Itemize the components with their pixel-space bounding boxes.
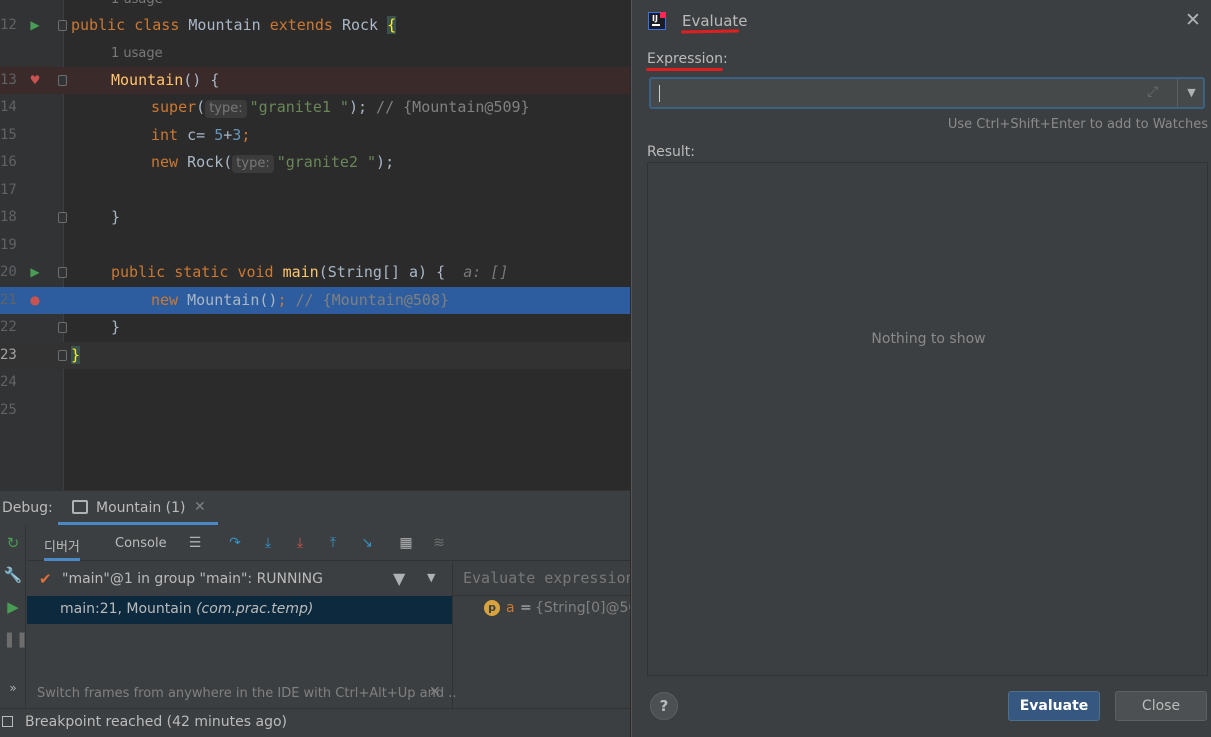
application-icon	[72, 500, 88, 514]
frames-tip: Switch frames from anywhere in the IDE w…	[37, 686, 457, 701]
fold-marker[interactable]	[58, 212, 67, 223]
code-line-16[interactable]: 16 new Rock(type: "granite2 ");	[0, 149, 630, 176]
force-step-into-icon[interactable]: ⤓	[290, 533, 310, 553]
run-to-cursor-icon[interactable]: ↘	[357, 533, 377, 553]
line-number: 22	[0, 319, 17, 335]
fold-marker[interactable]	[58, 267, 67, 278]
step-over-icon[interactable]: ↷	[225, 533, 245, 553]
line-number: 13	[0, 72, 17, 88]
code-line-18[interactable]: 18 }	[0, 204, 630, 231]
expression-input[interactable]	[651, 79, 1159, 107]
trace-icon[interactable]: ≋	[429, 533, 449, 553]
param-hint: type:	[232, 155, 274, 173]
line-number: 15	[0, 127, 17, 143]
code-line-22[interactable]: 22 }	[0, 314, 630, 341]
code-line-17[interactable]: 17	[0, 177, 630, 204]
fold-marker[interactable]	[58, 20, 67, 31]
pause-icon[interactable]: ❚❚	[3, 629, 28, 649]
wrench-icon[interactable]: 🔧	[3, 565, 23, 585]
param-hint: type:	[205, 100, 247, 118]
chevron-down-icon[interactable]: ▼	[427, 571, 435, 584]
result-label: Result:	[647, 144, 695, 160]
check-icon: ✔	[39, 570, 52, 588]
code-line-20[interactable]: 20 ▶ public static void main(String[] a)…	[0, 259, 630, 286]
close-icon[interactable]: ✕	[194, 499, 206, 515]
evaluate-button[interactable]: Evaluate	[1008, 691, 1100, 721]
code-line-14[interactable]: 14 super(type: "granite1 "); // {Mountain…	[0, 94, 630, 121]
fold-marker[interactable]	[58, 350, 67, 361]
run-icon[interactable]: ▶	[27, 264, 43, 280]
expand-icon[interactable]: ⤢	[1147, 84, 1158, 100]
fold-marker[interactable]	[58, 322, 67, 333]
rerun-icon[interactable]: ↻	[3, 533, 23, 553]
line-number: 17	[0, 182, 17, 198]
run-icon[interactable]: ▶	[27, 17, 43, 33]
code-line-19[interactable]: 19	[0, 232, 630, 259]
close-icon[interactable]: ✕	[429, 684, 441, 700]
debug-tool-window: Debug: Mountain (1) ✕ ↻ 🔧 ▶ ❚❚ » 디버거 Con…	[0, 490, 630, 737]
code-editor[interactable]: 1 usage 12 ▶ public class Mountain exten…	[0, 0, 630, 490]
expression-label: Expression:	[647, 51, 728, 67]
status-bar: Breakpoint reached (42 minutes ago)	[0, 708, 630, 737]
intellij-logo-icon: IJ	[648, 12, 666, 30]
line-number: 25	[0, 402, 17, 418]
line-number: 14	[0, 99, 17, 115]
close-icon[interactable]: ✕	[1185, 9, 1201, 31]
step-into-icon[interactable]: ⤓	[258, 533, 278, 553]
status-toggle-icon[interactable]	[2, 716, 13, 727]
watches-hint: Use Ctrl+Shift+Enter to add to Watches	[947, 117, 1208, 132]
line-number: 12	[0, 17, 17, 33]
evaluate-dialog: IJ Evaluate ✕ Expression: ⤢ ▼ Use Ctrl+S…	[631, 0, 1211, 737]
status-text: Breakpoint reached (42 minutes ago)	[25, 714, 288, 730]
help-button[interactable]: ?	[650, 692, 678, 720]
frame-row-selected[interactable]: main:21, Mountain (com.prac.temp)	[27, 596, 452, 624]
line-number: 21	[0, 292, 17, 308]
result-tree[interactable]: Nothing to show	[647, 162, 1208, 676]
text-caret	[659, 85, 660, 102]
usage-hint[interactable]: 1 usage	[111, 40, 163, 67]
debug-header: Debug: Mountain (1) ✕	[0, 491, 630, 525]
debug-side-toolbar: ↻ 🔧 ▶ ❚❚ »	[0, 525, 28, 737]
line-number: 23	[0, 347, 17, 363]
code-line-12[interactable]: 12 ▶ public class Mountain extends Rock …	[0, 12, 630, 39]
expression-underline-annotation	[646, 68, 723, 71]
tab-console[interactable]: Console	[115, 525, 167, 561]
code-line-24[interactable]: 24	[0, 369, 630, 396]
code-line-21-execution-point[interactable]: 21 ● new Mountain(); // {Mountain@508}	[0, 287, 630, 314]
inline-debug-value: a: []	[463, 263, 509, 281]
variable-row[interactable]: p a = {String[0]@50	[453, 598, 630, 626]
breakpoint-verified-icon[interactable]: ♥	[27, 72, 43, 88]
thread-selector[interactable]: ✔ "main"@1 in group "main": RUNNING ▼ ▼	[27, 562, 452, 596]
code-line-23[interactable]: 23 }	[0, 342, 630, 369]
breakpoint-execution-icon[interactable]: ●	[27, 292, 43, 308]
step-out-icon[interactable]: ⤒	[323, 533, 343, 553]
resume-icon[interactable]: ▶	[3, 597, 23, 617]
more-icon[interactable]: »	[3, 678, 23, 698]
empty-state-text: Nothing to show	[871, 331, 986, 347]
line-number: 24	[0, 374, 17, 390]
parameter-icon: p	[484, 600, 500, 616]
line-number: 20	[0, 264, 17, 280]
close-button[interactable]: Close	[1115, 691, 1207, 721]
fold-marker[interactable]	[58, 75, 67, 86]
code-line-25[interactable]: 25	[0, 397, 630, 424]
tab-debugger[interactable]: 디버거	[44, 525, 80, 561]
debug-session-tab[interactable]: Mountain (1) ✕	[58, 491, 218, 525]
evaluate-expression-field[interactable]: Evaluate expression	[453, 562, 630, 596]
code-line-13[interactable]: 13 ♥ Mountain() {	[0, 67, 630, 94]
expression-combo: ⤢ ▼	[649, 77, 1205, 109]
title-underline-annotation	[680, 29, 740, 34]
debug-toolbar: 디버거 Console ☰ ↷ ⤓ ⤓ ⤒ ↘ ▦ ≋	[27, 525, 630, 561]
code-line-15[interactable]: 15 int c= 5+3;	[0, 122, 630, 149]
history-dropdown-button[interactable]: ▼	[1177, 79, 1205, 107]
line-number: 19	[0, 237, 17, 253]
evaluate-expression-icon[interactable]: ▦	[396, 533, 416, 553]
menu-icon[interactable]: ☰	[185, 533, 205, 553]
debug-label: Debug:	[2, 500, 53, 516]
line-number: 16	[0, 154, 17, 170]
line-number: 18	[0, 209, 17, 225]
filter-icon[interactable]: ▼	[393, 569, 405, 588]
dialog-title: Evaluate	[682, 12, 748, 30]
